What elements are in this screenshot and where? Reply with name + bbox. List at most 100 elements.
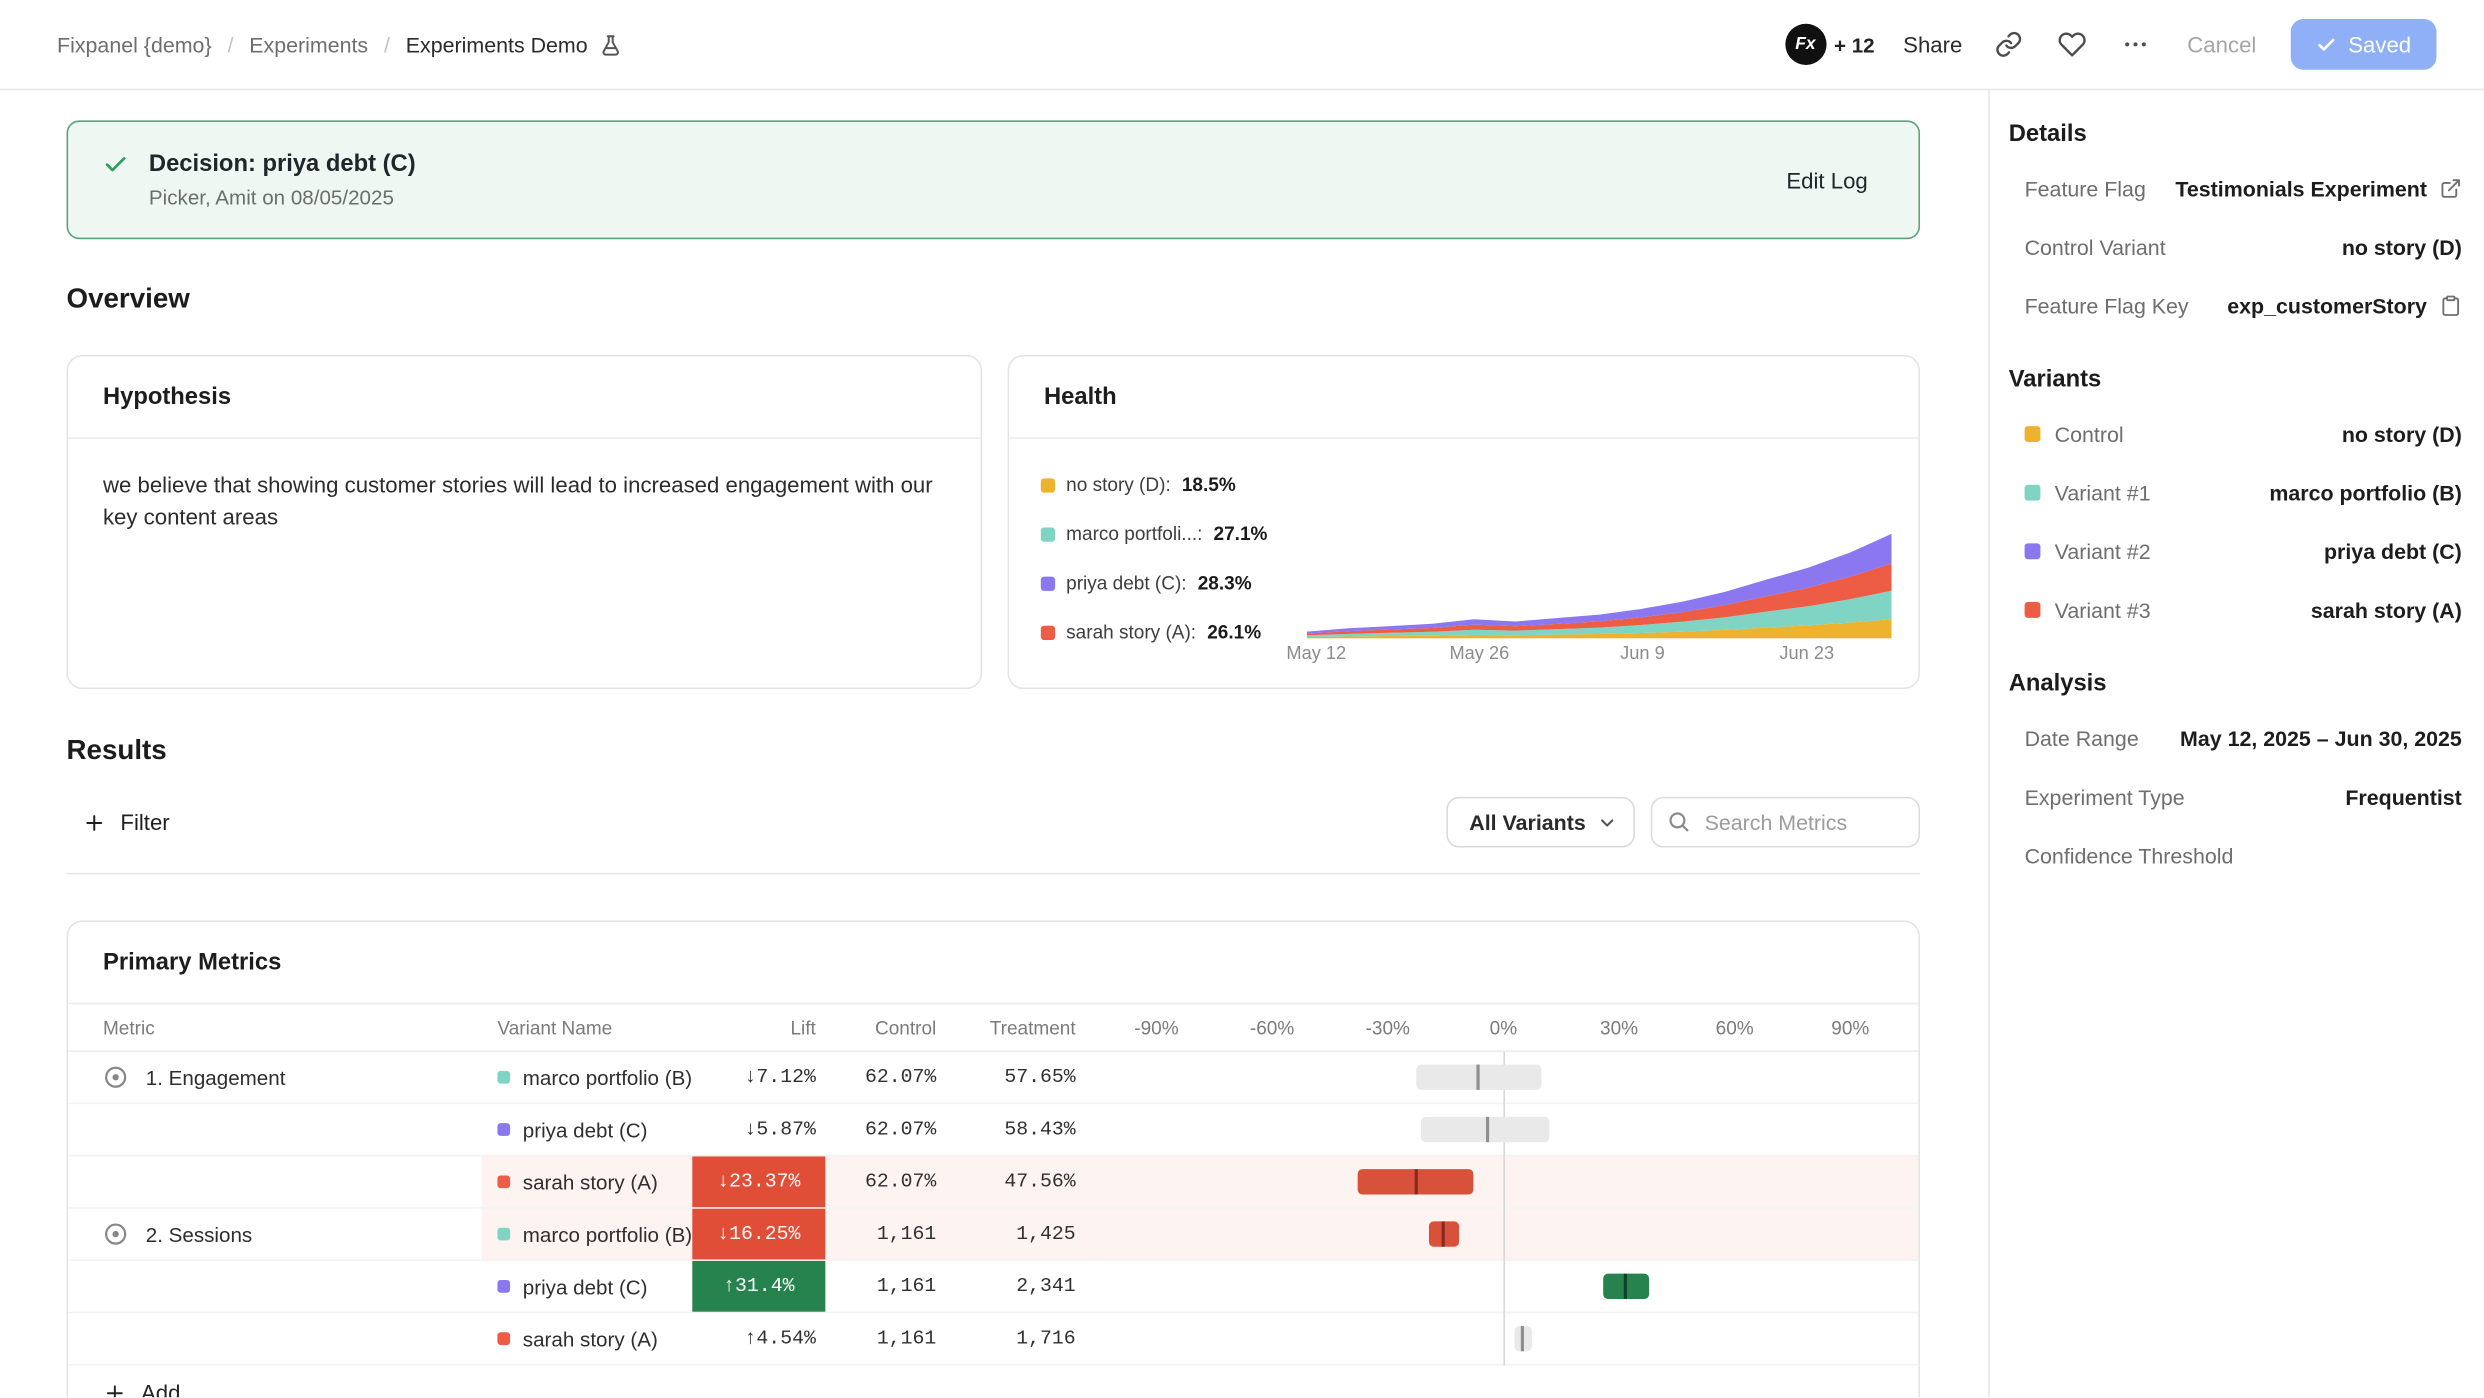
metric-table-row[interactable]: priya debt (C)↓5.87%62.07%58.43% [68, 1104, 1918, 1156]
variant-name: sarah story (A) [523, 1170, 658, 1194]
variants-section: Variants Control no story (D) Variant #1… [2009, 366, 2462, 623]
saved-button-label: Saved [2348, 32, 2411, 57]
confidence-interval-median [1442, 1221, 1445, 1246]
health-legend: no story (D): 18.5% marco portfoli...: 2… [1041, 467, 1307, 670]
confidence-interval-bar [1604, 1274, 1650, 1299]
variant-label: Variant #1 [2055, 481, 2151, 505]
feature-flag-key-value: exp_customerStory [2227, 294, 2427, 318]
legend-value: 28.3% [1198, 572, 1252, 594]
metrics-table-header: Metric Variant Name Lift Control Treatme… [68, 1004, 1918, 1052]
share-button[interactable]: Share [1903, 32, 1962, 57]
confidence-interval-median [1521, 1326, 1524, 1351]
health-card: Health no story (D): 18.5% marco portfol… [1008, 355, 1920, 689]
all-variants-dropdown[interactable]: All Variants [1447, 797, 1635, 848]
variant-row: Variant #3 sarah story (A) [2009, 597, 2462, 622]
legend-label: priya debt (C): [1066, 572, 1186, 594]
metric-table-row[interactable]: priya debt (C)↑31.4%1,1612,341 [68, 1261, 1918, 1313]
breadcrumb-experiments[interactable]: Experiments [249, 32, 368, 56]
all-variants-label: All Variants [1469, 810, 1586, 834]
metric-table-row[interactable]: 2. Sessionsmarco portfolio (B)↓16.25%1,1… [68, 1209, 1918, 1261]
chevron-down-icon [1597, 812, 1618, 833]
legend-value: 18.5% [1182, 474, 1236, 496]
decision-banner: Decision: priya debt (C) Picker, Amit on… [67, 120, 1920, 239]
plus-icon [103, 1381, 127, 1398]
variant-swatch [497, 1280, 510, 1293]
breadcrumb-separator: / [227, 32, 233, 56]
clipboard-icon[interactable] [2440, 295, 2462, 317]
date-range-label: Date Range [2025, 726, 2139, 750]
variant-value: no story (D) [2342, 422, 2462, 446]
date-range-row: Date Range May 12, 2025 – Jun 30, 2025 [2009, 726, 2462, 751]
add-label: Add [141, 1380, 180, 1397]
overview-cards: Hypothesis we believe that showing custo… [67, 355, 1920, 689]
filter-button[interactable]: Filter [67, 810, 170, 835]
control-value: 1,161 [877, 1328, 936, 1350]
collaborator-count: + 12 [1834, 32, 1875, 56]
confidence-threshold-label: Confidence Threshold [2025, 844, 2234, 868]
legend-swatch [1041, 478, 1055, 492]
zero-axis-line [1503, 1052, 1505, 1366]
control-value: 1,161 [877, 1223, 936, 1245]
hypothesis-card: Hypothesis we believe that showing custo… [67, 355, 983, 689]
legend-item: sarah story (A): 26.1% [1041, 621, 1307, 643]
check-icon [2317, 34, 2338, 55]
results-toolbar: Filter All Variants [67, 797, 1920, 848]
edit-log-button[interactable]: Edit Log [1786, 167, 1867, 192]
legend-item: marco portfoli...: 27.1% [1041, 523, 1307, 545]
main-content: Decision: priya debt (C) Picker, Amit on… [0, 90, 1988, 1397]
search-metrics-input[interactable] [1651, 797, 1920, 848]
goal-target-icon [103, 1221, 128, 1246]
x-axis-label: May 26 [1450, 645, 1510, 664]
feature-flag-key-label: Feature Flag Key [2025, 294, 2189, 318]
copy-link-icon[interactable] [1991, 27, 2026, 62]
control-variant-label: Control Variant [2025, 235, 2166, 259]
x-axis-label: Jun 9 [1620, 645, 1665, 664]
cancel-button[interactable]: Cancel [2181, 32, 2263, 57]
metric-table-row[interactable]: sarah story (A)↓23.37%62.07%47.56% [68, 1156, 1918, 1208]
search-metrics-box[interactable] [1651, 797, 1920, 848]
feature-flag-key-row: Feature Flag Key exp_customerStory [2009, 293, 2462, 318]
metric-name: 1. Engagement [146, 1065, 286, 1089]
saved-button[interactable]: Saved [2291, 19, 2436, 70]
analysis-section: Analysis Date Range May 12, 2025 – Jun 3… [2009, 670, 2462, 868]
confidence-interval-median [1623, 1274, 1626, 1299]
hypothesis-text: we believe that showing customer stories… [103, 471, 946, 534]
metric-name: 2. Sessions [146, 1222, 252, 1246]
experiment-type-row: Experiment Type Frequentist [2009, 784, 2462, 809]
axis-tick-label: -90% [1134, 1016, 1178, 1038]
top-bar: Fixpanel {demo} / Experiments / Experime… [0, 0, 2484, 90]
variant-swatch [2025, 485, 2041, 501]
collaborators[interactable]: Fx + 12 [1785, 24, 1875, 65]
variant-name: priya debt (C) [523, 1274, 648, 1298]
flask-icon [599, 32, 623, 56]
check-icon [103, 152, 128, 177]
x-axis-label: Jun 23 [1779, 645, 1834, 664]
primary-metrics-card: Primary Metrics Metric Variant Name Lift… [67, 920, 1920, 1397]
variant-swatch [2025, 543, 2041, 559]
variant-swatch [497, 1228, 510, 1241]
external-link-icon[interactable] [2440, 177, 2462, 199]
lift-value: ↑4.54% [745, 1328, 826, 1350]
metric-table-row[interactable]: sarah story (A)↑4.54%1,1611,716 [68, 1313, 1918, 1365]
breadcrumb-separator: / [384, 32, 390, 56]
treatment-value: 1,716 [1016, 1328, 1075, 1350]
more-options-icon[interactable] [2118, 27, 2153, 62]
add-metric-button[interactable]: Add [68, 1366, 180, 1398]
col-header-control: Control [825, 1016, 949, 1038]
variant-swatch [497, 1123, 510, 1136]
details-sidebar: Details Feature Flag Testimonials Experi… [1988, 90, 2484, 1397]
health-stacked-area-chart [1307, 524, 1892, 638]
legend-label: no story (D): [1066, 474, 1171, 496]
metric-table-row[interactable]: 1. Engagementmarco portfolio (B)↓7.12%62… [68, 1052, 1918, 1104]
legend-value: 27.1% [1214, 523, 1268, 545]
confidence-interval-median [1486, 1117, 1489, 1142]
x-axis-label: May 12 [1286, 645, 1346, 664]
date-range-value: May 12, 2025 – Jun 30, 2025 [2180, 726, 2462, 750]
avatar[interactable]: Fx [1785, 24, 1826, 65]
breadcrumb-project[interactable]: Fixpanel {demo} [57, 32, 212, 56]
variant-swatch [497, 1332, 510, 1345]
axis-tick-label: -60% [1250, 1016, 1294, 1038]
favorite-heart-icon[interactable] [2054, 27, 2089, 62]
overview-heading: Overview [67, 282, 1920, 315]
confidence-interval-median [1477, 1065, 1480, 1090]
